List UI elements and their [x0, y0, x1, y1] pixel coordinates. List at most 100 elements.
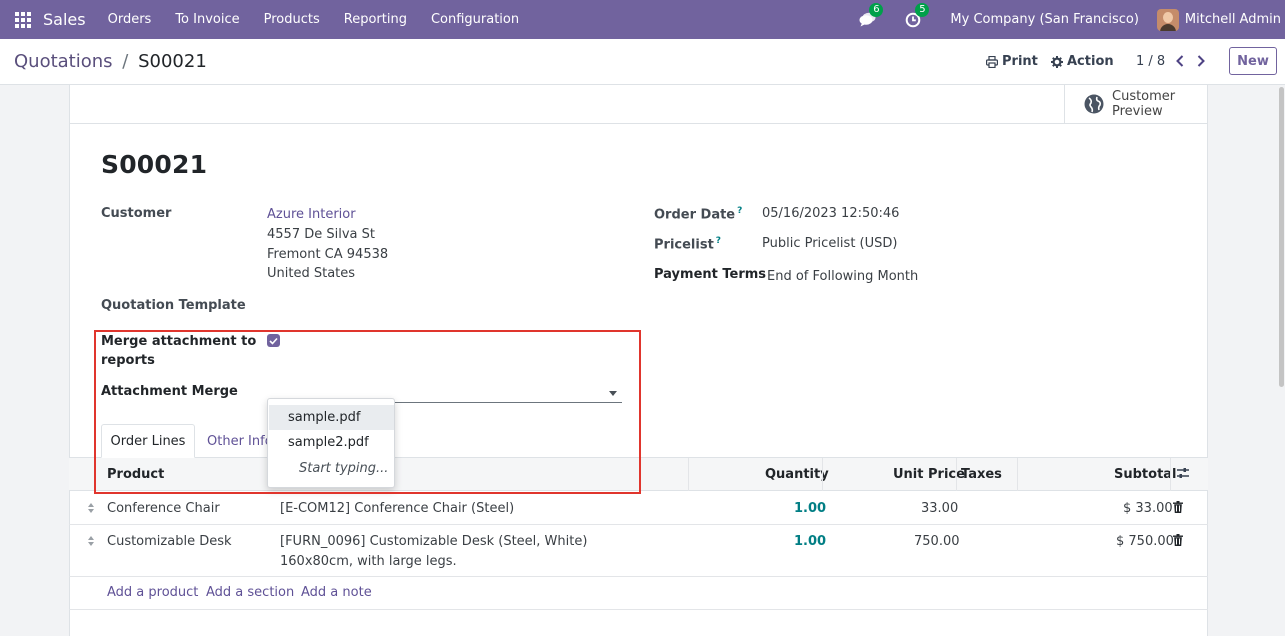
menu-products[interactable]: Products — [252, 12, 332, 27]
header-divider — [822, 458, 823, 491]
avatar[interactable] — [1156, 8, 1179, 31]
address-line2: Fremont CA 94538 — [267, 247, 389, 262]
row-divider — [69, 609, 1208, 610]
trash-icon[interactable] — [1173, 534, 1183, 546]
company-switcher[interactable]: My Company (San Francisco) — [950, 12, 1138, 27]
header-taxes[interactable]: Taxes — [961, 467, 1002, 482]
breadcrumb-current: S00021 — [138, 51, 207, 72]
header-divider — [1170, 458, 1171, 491]
row2-description[interactable]: [FURN_0096] Customizable Desk (Steel, Wh… — [280, 534, 587, 549]
activities-badge: 5 — [915, 2, 930, 17]
dropdown-option-sample-pdf[interactable]: sample.pdf — [269, 405, 394, 430]
caret-down-icon[interactable] — [609, 391, 617, 396]
preview-label-line2: Preview — [1112, 104, 1163, 119]
action-label: Action — [1067, 54, 1114, 69]
row2-quantity[interactable]: 1.00 — [794, 534, 826, 549]
tab-order-lines[interactable]: Order Lines — [101, 424, 195, 458]
pricelist-help[interactable]: ? — [716, 236, 721, 246]
drag-handle-icon[interactable] — [87, 535, 95, 547]
row2-product[interactable]: Customizable Desk — [107, 534, 232, 549]
customer-preview-button[interactable]: Customer Preview — [1064, 85, 1208, 123]
row-divider — [69, 524, 1208, 525]
form-sheet — [69, 85, 1208, 636]
row2-description-line2[interactable]: 160x80cm, with large legs. — [280, 554, 457, 569]
address-line3: United States — [267, 266, 356, 281]
apps-icon[interactable] — [15, 11, 31, 28]
header-divider — [688, 458, 689, 491]
top-navbar: Sales Orders To Invoice Products Reporti… — [0, 0, 1285, 39]
chevron-right-icon[interactable] — [1196, 54, 1206, 68]
menu-reporting[interactable]: Reporting — [332, 12, 419, 27]
row1-unit-price[interactable]: 33.00 — [921, 501, 958, 516]
statusbar-divider — [69, 123, 1208, 124]
order-date-help[interactable]: ? — [737, 206, 742, 216]
breadcrumb-separator: / — [122, 51, 129, 72]
quotation-template-label: Quotation Template — [101, 298, 246, 313]
pager-value[interactable]: 1 / 8 — [1136, 54, 1165, 69]
gear-icon — [1051, 55, 1063, 68]
print-label: Print — [1002, 54, 1038, 69]
header-divider — [956, 458, 957, 491]
pricelist-label-text: Pricelist — [654, 237, 714, 253]
checkbox-check-icon — [269, 337, 278, 345]
pricelist-value[interactable]: Public Pricelist (USD) — [762, 236, 897, 251]
page-title: S00021 — [101, 150, 208, 179]
customer-name-link[interactable]: Azure Interior — [267, 207, 356, 222]
scrollbar[interactable] — [1278, 85, 1285, 636]
drag-handle-icon[interactable] — [87, 502, 95, 514]
header-product[interactable]: Product — [107, 467, 164, 482]
scrollbar-thumb[interactable] — [1279, 87, 1284, 387]
tab-other-info[interactable]: Other Info — [207, 424, 273, 458]
dropdown-option-sample2-pdf[interactable]: sample2.pdf — [269, 430, 394, 455]
header-quantity[interactable]: Quantity — [765, 467, 829, 482]
menu-configuration[interactable]: Configuration — [419, 12, 531, 27]
print-button[interactable]: Print — [986, 54, 1038, 69]
add-product-link[interactable]: Add a product — [107, 585, 198, 600]
dropdown-hint: Start typing... — [299, 461, 389, 476]
control-panel: Quotations / S00021 Print Action 1 / 8 N… — [0, 39, 1285, 85]
app-brand[interactable]: Sales — [43, 10, 86, 29]
row1-quantity[interactable]: 1.00 — [794, 501, 826, 516]
merge-attachment-label-line1: Merge attachment to — [101, 334, 257, 349]
header-subtotal[interactable]: Subtotal — [1114, 467, 1177, 482]
add-note-link[interactable]: Add a note — [301, 585, 372, 600]
row1-subtotal: $ 33.00 — [1123, 501, 1173, 516]
user-menu[interactable]: Mitchell Admin — [1185, 12, 1281, 27]
pricelist-label: Pricelist? — [654, 236, 721, 252]
menu-orders[interactable]: Orders — [96, 12, 164, 27]
breadcrumb: Quotations / S00021 — [14, 51, 207, 72]
trash-icon[interactable] — [1173, 501, 1183, 513]
merge-attachment-label-line2: reports — [101, 353, 155, 368]
globe-icon — [1084, 94, 1104, 114]
header-divider — [1017, 458, 1018, 491]
new-button[interactable]: New — [1229, 47, 1277, 75]
customer-label: Customer — [101, 206, 172, 221]
messages-badge: 6 — [869, 2, 884, 17]
order-date-label-text: Order Date — [654, 207, 736, 223]
row-divider — [69, 576, 1208, 577]
sliders-icon[interactable] — [1176, 466, 1190, 480]
messages-button[interactable]: 6 — [858, 2, 884, 29]
preview-label-line1: Customer — [1112, 89, 1176, 104]
header-unit-price[interactable]: Unit Price — [893, 467, 965, 482]
menu-to-invoice[interactable]: To Invoice — [163, 12, 251, 27]
add-section-link[interactable]: Add a section — [206, 585, 294, 600]
chevron-left-icon[interactable] — [1175, 54, 1185, 68]
row2-subtotal: $ 750.00 — [1116, 534, 1174, 549]
table-header: Product Quantity Unit Price Taxes Subtot… — [69, 458, 1208, 491]
order-date-label: Order Date? — [654, 206, 742, 222]
row1-product[interactable]: Conference Chair — [107, 501, 220, 516]
action-button[interactable]: Action — [1051, 54, 1114, 69]
print-icon — [986, 55, 998, 68]
row1-description[interactable]: [E-COM12] Conference Chair (Steel) — [280, 501, 514, 516]
order-date-value[interactable]: 05/16/2023 12:50:46 — [762, 206, 899, 221]
payment-terms-label: Payment Terms — [654, 267, 767, 282]
breadcrumb-quotations[interactable]: Quotations — [14, 51, 113, 72]
attachment-merge-label: Attachment Merge — [101, 384, 238, 399]
address-line1: 4557 De Silva St — [267, 227, 375, 242]
attachment-autocomplete-dropdown: sample.pdf sample2.pdf Start typing... — [267, 398, 395, 488]
activities-button[interactable]: 5 — [904, 2, 930, 29]
row2-unit-price[interactable]: 750.00 — [914, 534, 960, 549]
merge-attachment-checkbox[interactable] — [267, 334, 280, 347]
payment-terms-value[interactable]: End of Following Month — [767, 269, 918, 284]
